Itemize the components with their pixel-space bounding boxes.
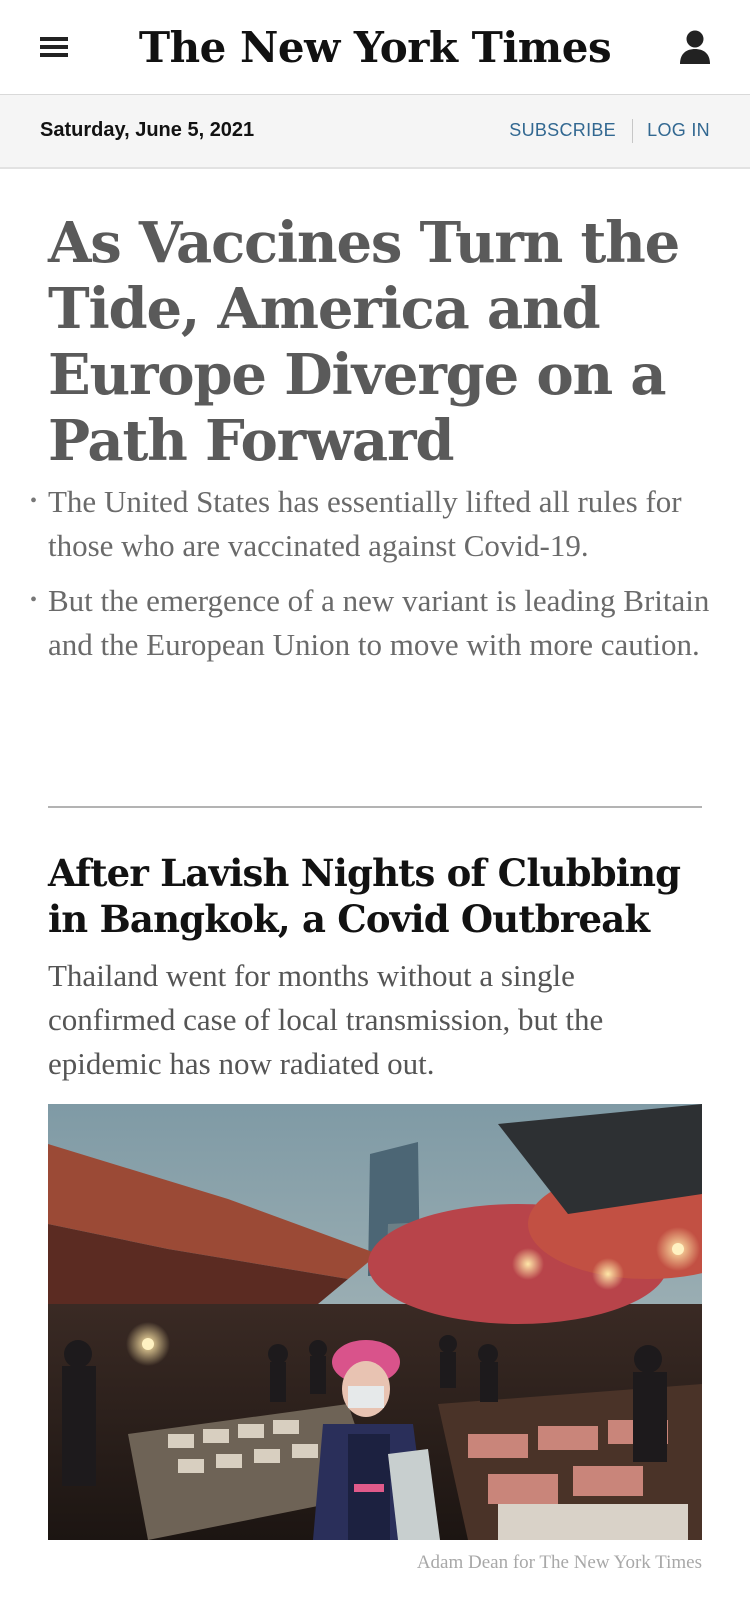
masthead: The New York Times bbox=[0, 0, 750, 95]
login-link[interactable]: LOG IN bbox=[647, 120, 710, 141]
hamburger-menu-icon[interactable] bbox=[34, 32, 74, 64]
second-story-headline[interactable]: After Lavish Nights of Clubbing in Bangk… bbox=[48, 850, 708, 942]
lead-story-bullet[interactable]: • But the emergence of a new variant is … bbox=[30, 579, 720, 666]
section-divider bbox=[48, 806, 702, 808]
subscribe-link[interactable]: SUBSCRIBE bbox=[509, 120, 616, 141]
user-account-icon[interactable] bbox=[674, 26, 716, 68]
date-bar: Saturday, June 5, 2021 SUBSCRIBE LOG IN bbox=[0, 95, 750, 169]
photo-credit: Adam Dean for The New York Times bbox=[416, 1552, 702, 1573]
story-photo[interactable] bbox=[48, 1104, 702, 1540]
current-date: Saturday, June 5, 2021 bbox=[40, 119, 255, 141]
bullet-dot-icon: • bbox=[30, 490, 38, 512]
nyt-logo[interactable]: The New York Times bbox=[139, 16, 612, 78]
bullet-dot-icon: • bbox=[30, 589, 38, 611]
lead-story-bullet[interactable]: • The United States has essentially lift… bbox=[30, 480, 720, 567]
bullet-text: The United States has essentially lifted… bbox=[48, 484, 682, 563]
bullet-text: But the emergence of a new variant is le… bbox=[48, 583, 710, 662]
lead-story-bullets: • The United States has essentially lift… bbox=[30, 480, 720, 678]
second-story-summary: Thailand went for months without a singl… bbox=[48, 958, 604, 1081]
lead-story-headline[interactable]: As Vaccines Turn the Tide, America and E… bbox=[48, 210, 708, 474]
link-divider bbox=[632, 119, 633, 143]
